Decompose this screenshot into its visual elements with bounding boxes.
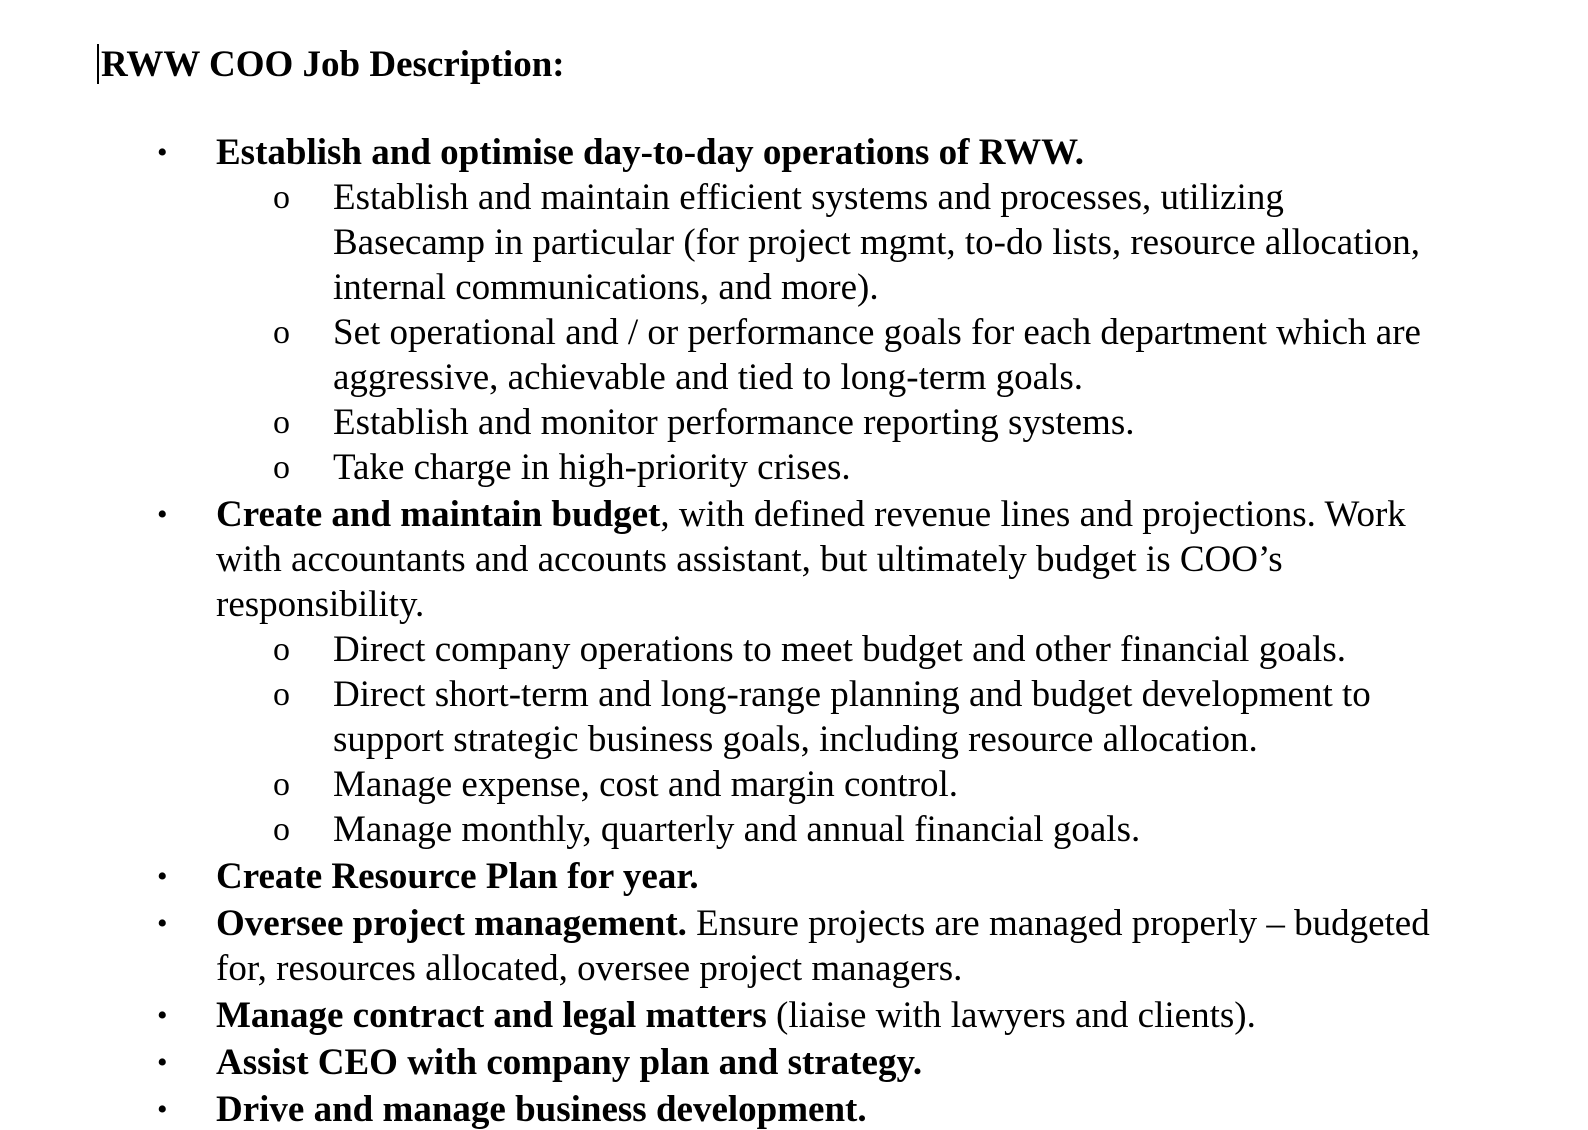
document-title: RWW COO Job Description: xyxy=(101,44,565,85)
sub-bullet-marker: o xyxy=(273,449,290,486)
list-item: • Manage contract and legal matters (lia… xyxy=(0,993,1456,1038)
bullet-marker: • xyxy=(157,498,168,531)
list-item: • Drive and manage business development. xyxy=(0,1087,1456,1130)
list-item: • Create Resource Plan for year. xyxy=(0,854,1456,899)
sub-item-text: Direct company operations to meet budget… xyxy=(333,629,1347,670)
item-heading: Oversee project management. xyxy=(216,903,687,944)
bullet-marker: • xyxy=(157,860,168,893)
sub-list-item: o Manage monthly, quarterly and annual f… xyxy=(0,807,1443,852)
bullet-marker: • xyxy=(157,1046,168,1079)
item-heading: Drive and manage business development. xyxy=(216,1089,867,1130)
item-text: (liaise with lawyers and clients). xyxy=(766,995,1256,1036)
sub-item-text: Establish and maintain efficient systems… xyxy=(333,177,1421,308)
sub-list-item: o Direct short-term and long-range plann… xyxy=(0,672,1443,762)
bullet-marker: • xyxy=(157,1093,168,1126)
bullet-marker: • xyxy=(157,136,168,169)
sub-list-item: o Establish and maintain efficient syste… xyxy=(0,175,1443,310)
item-heading: Create and maintain budget xyxy=(216,494,661,535)
item-heading: Create Resource Plan for year. xyxy=(216,856,699,897)
sub-item-text: Manage monthly, quarterly and annual fin… xyxy=(333,809,1141,850)
list-item: • Oversee project management. Ensure pro… xyxy=(0,901,1456,991)
sub-bullet-marker: o xyxy=(273,766,290,803)
sub-bullet-marker: o xyxy=(273,314,290,351)
item-heading: Establish and optimise day-to-day operat… xyxy=(216,132,1084,173)
sub-list-item: o Direct company operations to meet budg… xyxy=(0,627,1443,672)
sub-item-text: Direct short-term and long-range plannin… xyxy=(333,674,1371,760)
sub-bullet-marker: o xyxy=(273,676,290,713)
sub-bullet-marker: o xyxy=(273,404,290,441)
duties-list: • Establish and optimise day-to-day oper… xyxy=(0,130,1588,1130)
sub-item-text: Set operational and / or performance goa… xyxy=(333,312,1421,398)
sub-list-item: o Establish and monitor performance repo… xyxy=(0,400,1443,445)
item-heading: Assist CEO with company plan and strateg… xyxy=(216,1042,923,1083)
bullet-marker: • xyxy=(157,999,168,1032)
sub-bullet-marker: o xyxy=(273,811,290,848)
list-item: • Create and maintain budget, with defin… xyxy=(0,492,1456,627)
sub-item-text: Establish and monitor performance report… xyxy=(333,402,1135,443)
sub-bullet-marker: o xyxy=(273,179,290,216)
item-heading: Manage contract and legal matters xyxy=(216,995,767,1036)
document-page: RWW COO Job Description: • Establish and… xyxy=(0,0,1588,1130)
sub-bullet-marker: o xyxy=(273,631,290,668)
list-item: • Establish and optimise day-to-day oper… xyxy=(0,130,1456,175)
text-cursor xyxy=(97,44,99,84)
list-item: • Assist CEO with company plan and strat… xyxy=(0,1040,1456,1085)
sub-list-item: o Manage expense, cost and margin contro… xyxy=(0,762,1443,807)
sub-list-item: o Take charge in high-priority crises. xyxy=(0,445,1443,490)
bullet-marker: • xyxy=(157,907,168,940)
sub-list-item: o Set operational and / or performance g… xyxy=(0,310,1443,400)
sub-item-text: Take charge in high-priority crises. xyxy=(333,447,851,488)
sub-item-text: Manage expense, cost and margin control. xyxy=(333,764,959,805)
